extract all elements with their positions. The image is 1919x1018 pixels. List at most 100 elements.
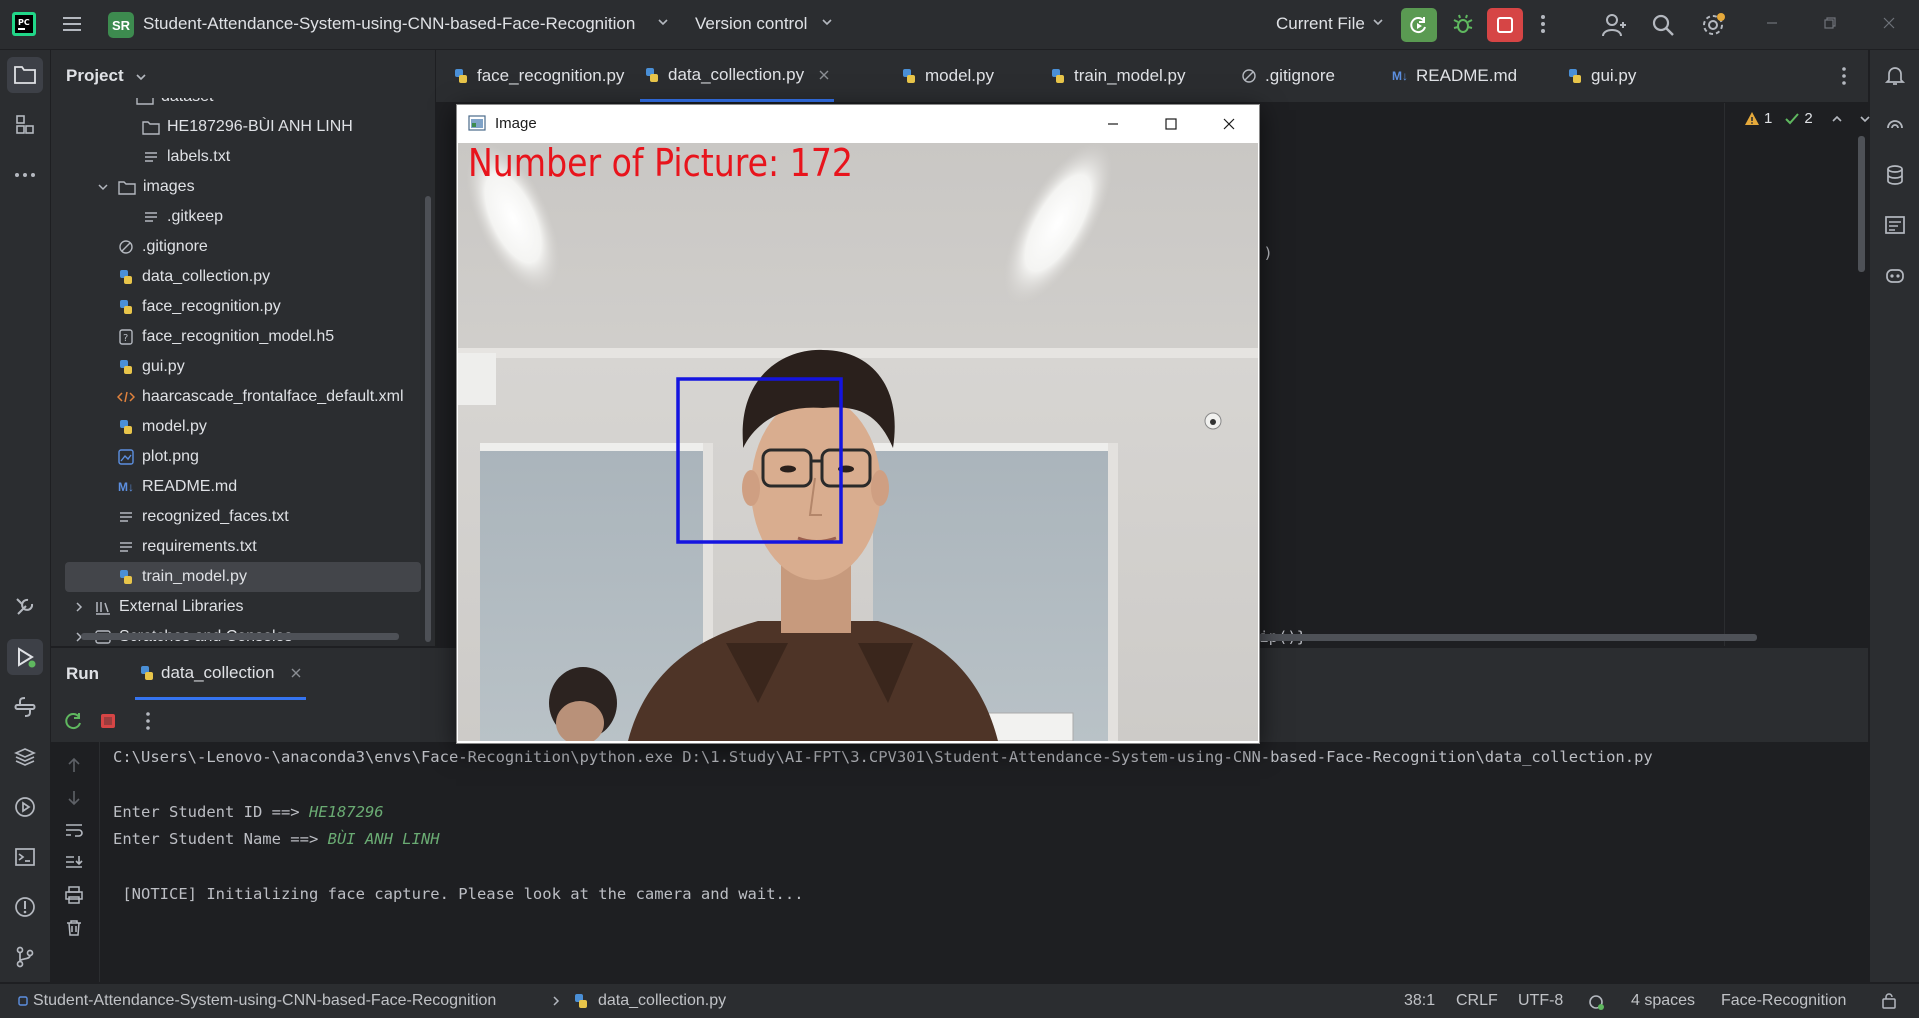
project-view-chevron-down-icon[interactable] (135, 71, 147, 83)
tree-file-labels[interactable]: labels.txt (141, 142, 230, 172)
tree-folder-student[interactable]: HE187296-BÙI ANH LINH (141, 112, 353, 142)
tree-horizontal-scrollbar[interactable] (81, 633, 399, 640)
tab-model[interactable]: model.py (901, 50, 994, 102)
python-packages-button[interactable] (7, 739, 43, 775)
rerun-icon[interactable] (64, 711, 84, 731)
tree-file-requirements[interactable]: requirements.txt (116, 532, 257, 562)
build-tool-button[interactable] (7, 589, 43, 625)
tree-file-train-model[interactable]: train_model.py (116, 562, 247, 592)
tree-file-model-h5[interactable]: ? face_recognition_model.h5 (116, 322, 334, 352)
more-actions-icon[interactable] (1538, 13, 1548, 35)
structure-tool-button[interactable] (7, 107, 43, 143)
close-icon[interactable] (1881, 15, 1897, 31)
status-caret-position[interactable]: 38:1 (1404, 984, 1435, 1018)
editor-vertical-scrollbar[interactable] (1858, 136, 1865, 272)
database-button[interactable] (1877, 157, 1913, 193)
tree-external-libraries[interactable]: External Libraries (69, 592, 244, 622)
rerun-button[interactable] (1401, 8, 1437, 42)
code-with-me-icon[interactable] (1601, 12, 1627, 38)
soft-wrap-icon[interactable] (64, 822, 84, 838)
status-interpreter[interactable]: Face-Recognition (1721, 984, 1846, 1018)
window-close-button[interactable] (1200, 105, 1258, 142)
status-indent[interactable]: 4 spaces (1631, 984, 1695, 1018)
tree-file-data-collection[interactable]: data_collection.py (116, 262, 270, 292)
status-encoding[interactable]: UTF-8 (1518, 984, 1563, 1018)
more-options-icon[interactable] (144, 711, 152, 731)
notifications-button[interactable] (1877, 57, 1913, 93)
project-tool-button[interactable] (7, 57, 43, 93)
search-icon[interactable] (1651, 13, 1675, 37)
version-control-menu[interactable]: Version control (695, 14, 807, 34)
tree-folder-dataset[interactable]: dataset (135, 98, 213, 112)
services-button[interactable] (7, 789, 43, 825)
run-tab-data-collection[interactable]: data_collection (135, 648, 307, 700)
tab-gui[interactable]: gui.py (1567, 50, 1636, 102)
xml-file-icon (116, 388, 136, 406)
tab-readme[interactable]: M↓ README.md (1392, 50, 1517, 102)
vcs-chevron-down-icon[interactable] (821, 16, 833, 28)
minimize-icon[interactable] (1764, 15, 1780, 31)
project-badge[interactable]: SR (108, 12, 134, 38)
project-name[interactable]: Student-Attendance-System-using-CNN-base… (143, 14, 635, 34)
run-tab-close-icon[interactable] (290, 667, 302, 679)
terminal-button[interactable] (7, 839, 43, 875)
stop-icon[interactable] (100, 713, 116, 729)
sciview-button[interactable] (1877, 207, 1913, 243)
pycharm-logo-icon[interactable]: PC (12, 12, 36, 36)
window-maximize-button[interactable] (1142, 105, 1200, 142)
tab-data-collection[interactable]: data_collection.py (640, 50, 835, 102)
tree-file-model[interactable]: model.py (116, 412, 207, 442)
main-menu-icon[interactable] (61, 13, 83, 35)
tree-file-recognized-faces[interactable]: recognized_faces.txt (116, 502, 289, 532)
problems-button[interactable] (7, 889, 43, 925)
tab-gitignore[interactable]: .gitignore (1241, 50, 1335, 102)
tree-vertical-scrollbar[interactable] (425, 196, 431, 642)
tree-file-face-recognition[interactable]: face_recognition.py (116, 292, 281, 322)
more-tools-button[interactable] (7, 157, 43, 193)
status-line-separator[interactable]: CRLF (1456, 984, 1498, 1018)
project-chevron-down-icon[interactable] (657, 16, 669, 28)
arrow-up-icon[interactable] (66, 756, 82, 774)
console-output[interactable]: C:\Users\-Lenovo-\anaconda3\envs\Face-Re… (51, 742, 1868, 982)
image-window[interactable]: Image Number of Picture: 172 (456, 104, 1260, 744)
status-breadcrumb-project[interactable]: Student-Attendance-System-using-CNN-base… (33, 984, 496, 1018)
status-code-style-icon[interactable] (1587, 984, 1605, 1018)
tree-file-gitkeep[interactable]: .gitkeep (141, 202, 223, 232)
trash-icon[interactable] (65, 919, 83, 937)
chevron-right-icon[interactable] (69, 598, 89, 616)
arrow-down-icon[interactable] (66, 789, 82, 807)
debug-icon[interactable] (1451, 12, 1475, 36)
run-tool-button[interactable] (7, 639, 43, 675)
tree-file-gitignore[interactable]: .gitignore (116, 232, 208, 262)
scroll-to-end-icon[interactable] (64, 854, 84, 872)
project-panel-title[interactable]: Project (66, 66, 124, 86)
tab-close-icon[interactable] (818, 69, 830, 81)
status-breadcrumb-file[interactable]: data_collection.py (598, 984, 726, 1018)
tab-train-model[interactable]: train_model.py (1050, 50, 1186, 102)
stop-button[interactable] (1487, 8, 1523, 42)
print-icon[interactable] (64, 886, 84, 904)
tree-file-gui[interactable]: gui.py (116, 352, 185, 382)
tabs-more-icon[interactable] (1840, 66, 1848, 86)
copilot-button[interactable] (1877, 257, 1913, 293)
ai-assistant-button[interactable] (1877, 107, 1913, 143)
tree-file-haarcascade[interactable]: haarcascade_frontalface_default.xml (116, 382, 404, 412)
python-console-button[interactable] (7, 689, 43, 725)
tree-file-plot[interactable]: plot.png (116, 442, 199, 472)
tree-item-label: data_collection.py (142, 268, 271, 285)
settings-gear-icon[interactable] (1700, 12, 1726, 38)
editor-horizontal-scrollbar[interactable] (1251, 634, 1757, 641)
tree-folder-images[interactable]: images (93, 172, 195, 202)
run-config-chevron-down-icon[interactable] (1372, 16, 1384, 28)
image-window-titlebar[interactable]: Image (457, 105, 1259, 142)
window-minimize-button[interactable] (1084, 105, 1142, 142)
input-student-name: BÙI ANH LINH (327, 830, 440, 848)
inspections-widget[interactable]: 1 2 (1744, 110, 1871, 127)
restore-icon[interactable] (1822, 15, 1838, 31)
chevron-down-icon[interactable] (93, 178, 113, 196)
tree-file-readme[interactable]: M↓ README.md (116, 472, 237, 502)
run-config-selector[interactable]: Current File (1276, 14, 1365, 34)
tab-face-recognition[interactable]: face_recognition.py (453, 50, 624, 102)
git-button[interactable] (7, 939, 43, 975)
status-readonly-icon[interactable] (1881, 984, 1897, 1018)
